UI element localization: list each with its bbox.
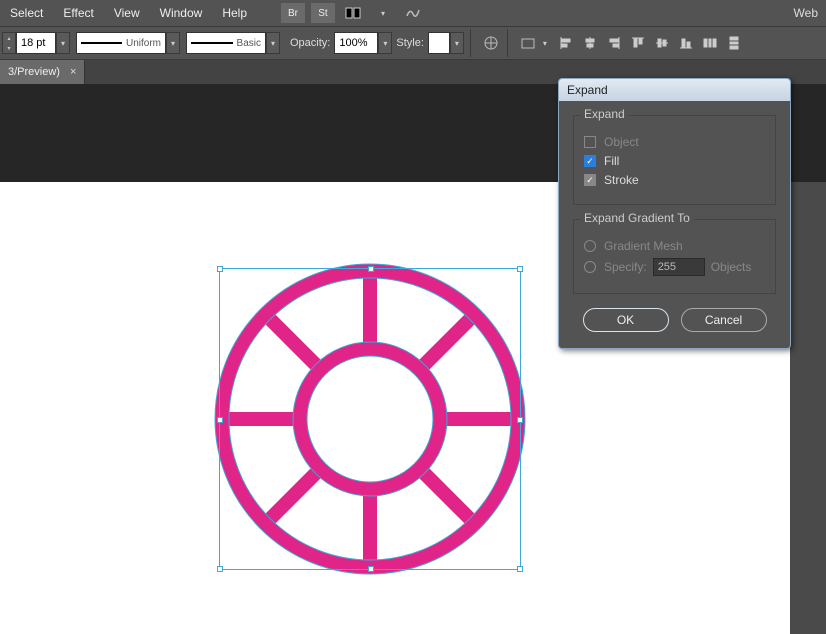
- align-hcenter-icon[interactable]: [580, 33, 600, 53]
- brush-select[interactable]: Basic: [186, 32, 266, 54]
- brush-dropdown[interactable]: ▾: [266, 32, 280, 54]
- style-dropdown[interactable]: ▾: [450, 32, 464, 54]
- stroke-checkbox[interactable]: ✓: [584, 174, 596, 186]
- gradient-mesh-radio: [584, 240, 596, 252]
- cancel-button[interactable]: Cancel: [681, 308, 767, 332]
- dialog-title: Expand: [567, 83, 608, 97]
- selection-handle[interactable]: [217, 266, 223, 272]
- selection-handle[interactable]: [217, 417, 223, 423]
- close-icon[interactable]: ×: [70, 66, 76, 78]
- selection-handle[interactable]: [368, 566, 374, 572]
- stroke-weight-dropdown[interactable]: ▾: [56, 32, 70, 54]
- selection-bounding-box[interactable]: [219, 268, 521, 570]
- document-tab[interactable]: 3/Preview) ×: [0, 60, 85, 84]
- transform-icon[interactable]: [518, 33, 538, 53]
- fill-checkbox[interactable]: ✓: [584, 155, 596, 167]
- expand-dialog: Expand Expand Object ✓ Fill ✓ Stroke Exp…: [558, 78, 791, 349]
- selection-handle[interactable]: [517, 417, 523, 423]
- arrange-dropdown-icon[interactable]: ▾: [371, 3, 395, 23]
- gradient-group-title: Expand Gradient To: [580, 211, 694, 225]
- align-right-icon[interactable]: [604, 33, 624, 53]
- specify-suffix: Objects: [711, 260, 752, 274]
- stroke-profile-label: Uniform: [126, 38, 161, 49]
- align-top-icon[interactable]: [628, 33, 648, 53]
- selection-handle[interactable]: [368, 266, 374, 272]
- opacity-input[interactable]: [334, 32, 378, 54]
- stroke-weight-input[interactable]: [16, 32, 56, 54]
- style-label: Style:: [396, 37, 424, 49]
- fill-label: Fill: [604, 154, 619, 168]
- align-vcenter-icon[interactable]: [652, 33, 672, 53]
- align-left-icon[interactable]: [556, 33, 576, 53]
- gradient-mesh-row: Gradient Mesh: [584, 239, 765, 253]
- stock-icon[interactable]: St: [311, 3, 335, 23]
- gpu-icon[interactable]: [401, 3, 425, 23]
- distribute-v-icon[interactable]: [724, 33, 744, 53]
- selection-handle[interactable]: [517, 566, 523, 572]
- specify-radio: [584, 261, 596, 273]
- bridge-icon[interactable]: Br: [281, 3, 305, 23]
- expand-stroke-row[interactable]: ✓ Stroke: [584, 173, 765, 187]
- arrange-documents-icon[interactable]: [341, 3, 365, 23]
- specify-row: Specify: Objects: [584, 258, 765, 276]
- expand-fill-row[interactable]: ✓ Fill: [584, 154, 765, 168]
- expand-group: Expand Object ✓ Fill ✓ Stroke: [573, 115, 776, 205]
- document-setup-icon[interactable]: [481, 33, 501, 53]
- menu-bar: Select Effect View Window Help Br St ▾ W…: [0, 0, 826, 26]
- stroke-label: Stroke: [604, 173, 639, 187]
- brush-label: Basic: [237, 38, 261, 49]
- ok-button[interactable]: OK: [583, 308, 669, 332]
- transform-dropdown[interactable]: ▾: [538, 32, 552, 54]
- expand-group-title: Expand: [580, 107, 629, 121]
- stroke-profile-select[interactable]: Uniform: [76, 32, 166, 54]
- opacity-dropdown[interactable]: ▾: [378, 32, 392, 54]
- specify-input: [653, 258, 705, 276]
- specify-label: Specify:: [604, 260, 647, 274]
- options-bar: ▴▾ ▾ Uniform ▾ Basic ▾ Opacity: ▾ Style:…: [0, 26, 826, 60]
- menu-view[interactable]: View: [104, 6, 150, 20]
- stroke-weight-stepper[interactable]: ▴▾: [2, 32, 16, 54]
- menu-effect[interactable]: Effect: [53, 6, 103, 20]
- opacity-label: Opacity:: [290, 37, 330, 49]
- distribute-h-icon[interactable]: [700, 33, 720, 53]
- menu-window[interactable]: Window: [150, 6, 213, 20]
- workspace-label[interactable]: Web: [786, 6, 826, 20]
- document-tab-label: 3/Preview): [8, 66, 60, 78]
- gradient-mesh-label: Gradient Mesh: [604, 239, 683, 253]
- selection-handle[interactable]: [517, 266, 523, 272]
- stroke-profile-dropdown[interactable]: ▾: [166, 32, 180, 54]
- menu-select[interactable]: Select: [0, 6, 53, 20]
- object-checkbox: [584, 136, 596, 148]
- expand-gradient-group: Expand Gradient To Gradient Mesh Specify…: [573, 219, 776, 294]
- menu-help[interactable]: Help: [212, 6, 257, 20]
- dialog-titlebar[interactable]: Expand: [559, 79, 790, 101]
- align-bottom-icon[interactable]: [676, 33, 696, 53]
- style-swatch[interactable]: [428, 32, 450, 54]
- object-label: Object: [604, 135, 639, 149]
- expand-object-row: Object: [584, 135, 765, 149]
- selection-handle[interactable]: [217, 566, 223, 572]
